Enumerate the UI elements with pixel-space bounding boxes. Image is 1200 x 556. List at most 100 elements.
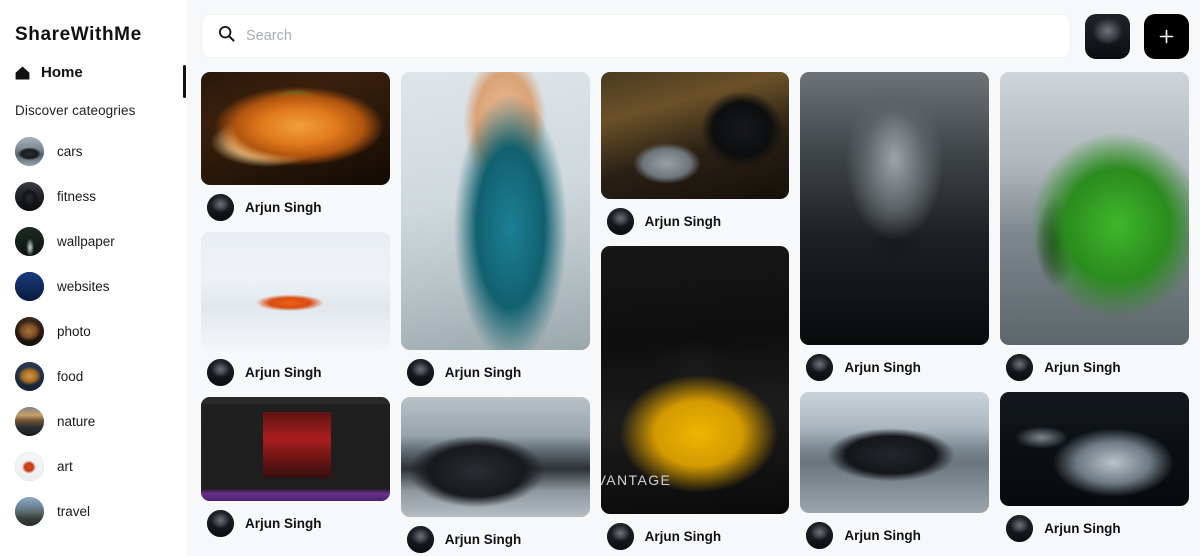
photo-thumbnail: [15, 317, 44, 346]
websites-thumbnail: [15, 272, 44, 301]
card-author[interactable]: Arjun Singh: [401, 517, 590, 553]
card-author[interactable]: Arjun Singh: [800, 345, 989, 381]
card-author-name: Arjun Singh: [444, 365, 522, 380]
sidebar-item-cars[interactable]: cars: [0, 129, 187, 174]
feed-column: Arjun Singh Arjun Singh Arjun Singh: [201, 72, 390, 548]
green-lamborghini-photo[interactable]: [1000, 72, 1189, 345]
avatar: [806, 354, 834, 381]
feed-column: Arjun Singh Arjun Singh: [400, 72, 590, 556]
feed-card[interactable]: Arjun Singh: [400, 397, 590, 553]
sidebar-item-nature[interactable]: nature: [0, 399, 187, 444]
home-icon: [15, 66, 30, 80]
card-author-name: Arjun Singh: [644, 214, 722, 229]
card-author-name: Arjun Singh: [245, 516, 322, 531]
card-author-name: Arjun Singh: [245, 200, 322, 215]
feed-card[interactable]: Arjun Singh: [1000, 392, 1189, 542]
sidebar-item-label: photo: [57, 324, 91, 339]
feed-card[interactable]: VANTAGE Arjun Singh: [600, 246, 790, 550]
sidebar-item-label: websites: [57, 279, 110, 294]
fitness-thumbnail: [15, 182, 44, 211]
feed-card[interactable]: Arjun Singh: [201, 232, 390, 386]
sidebar-item-travel[interactable]: travel: [0, 489, 187, 534]
sidebar-item-label: nature: [57, 414, 96, 429]
black-sedan-on-road-photo[interactable]: [800, 392, 990, 513]
feed-card[interactable]: Arjun Singh: [400, 72, 590, 386]
orange-car-in-snow-photo[interactable]: [201, 232, 390, 350]
cars-thumbnail: [15, 137, 44, 166]
card-author[interactable]: Arjun Singh: [401, 350, 590, 386]
card-author[interactable]: Arjun Singh: [601, 514, 790, 550]
sidebar-item-label: food: [57, 369, 84, 384]
pull-up-athlete-photo[interactable]: [800, 72, 990, 345]
sidebar-scrollbar-thumb[interactable]: [183, 65, 186, 98]
category-list: cars fitness wallpaper websites photo food nat…: [0, 118, 187, 534]
wallpaper-thumbnail: [15, 227, 44, 256]
feed-card[interactable]: Arjun Singh: [201, 72, 390, 221]
avatar: [406, 526, 434, 553]
avatar: [1006, 515, 1034, 542]
sidebar-item-photo[interactable]: photo: [0, 309, 187, 354]
card-author[interactable]: Arjun Singh: [1000, 345, 1189, 381]
feed-column: Arjun Singh Arjun Singh: [1000, 72, 1189, 553]
sidebar-item-art[interactable]: art: [0, 444, 187, 489]
avatar: [207, 194, 234, 221]
sidebar-item-fitness[interactable]: fitness: [0, 174, 187, 219]
card-author[interactable]: Arjun Singh: [201, 185, 390, 221]
pasta-plate-photo[interactable]: [201, 72, 390, 185]
photo-feed-grid: Arjun Singh Arjun Singh Arjun Singh Arjun S…: [187, 72, 1200, 556]
main-content: Arjun SinghArjun SinghArjun SinghArjun S…: [187, 0, 1200, 556]
feed-card[interactable]: Arjun Singh: [600, 72, 790, 235]
plus-icon: [1158, 28, 1175, 45]
card-author-name: Arjun Singh: [444, 532, 522, 547]
feed-card[interactable]: Arjun Singh: [201, 397, 390, 537]
card-author[interactable]: Arjun Singh: [800, 513, 989, 549]
sidebar-item-food[interactable]: food: [0, 354, 187, 399]
search-input[interactable]: [246, 28, 1054, 44]
avatar: [207, 510, 234, 537]
card-author[interactable]: Arjun Singh: [201, 501, 390, 537]
sidebar-item-home-label: Home: [41, 64, 83, 81]
card-author-name: Arjun Singh: [844, 528, 921, 543]
card-author-name: Arjun Singh: [1044, 521, 1121, 536]
sidebar-item-websites[interactable]: websites: [0, 264, 187, 309]
sidebar-item-wallpaper[interactable]: wallpaper: [0, 219, 187, 264]
top-bar: [187, 0, 1200, 72]
avatar: [1006, 354, 1034, 381]
search-bar[interactable]: [201, 14, 1071, 58]
profile-avatar-button[interactable]: [1085, 13, 1130, 59]
black-supercar-photo[interactable]: [400, 397, 590, 517]
app-brand-title: ShareWithMe: [15, 24, 142, 45]
avatar: [606, 208, 634, 235]
yellow-lamborghini-photo[interactable]: VANTAGE: [600, 246, 790, 514]
add-post-button[interactable]: [1144, 13, 1189, 59]
food-thumbnail: [15, 362, 44, 391]
sidebar-item-label: wallpaper: [57, 234, 115, 249]
avatar: [207, 359, 234, 386]
design-editor-screenshot[interactable]: [201, 397, 390, 501]
discover-categories-heading: Discover cateogries: [15, 103, 136, 118]
avatar: [806, 522, 834, 549]
sidebar-item-home[interactable]: Home: [0, 46, 187, 81]
sidebar-item-label: fitness: [57, 189, 97, 204]
feed-column: Arjun Singh VANTAGE Arjun Singh: [600, 72, 790, 556]
garage-white-car-photo[interactable]: [1000, 392, 1189, 506]
gym-barbell-shoe-photo[interactable]: [600, 72, 790, 199]
card-author-name: Arjun Singh: [1044, 360, 1121, 375]
card-author[interactable]: Arjun Singh: [1000, 506, 1189, 542]
art-thumbnail: [15, 452, 44, 481]
feed-card[interactable]: Arjun Singh: [1000, 72, 1189, 381]
sidebar-item-label: cars: [57, 144, 83, 159]
sidebar: ShareWithMe Home Discover cateogries car…: [0, 0, 187, 556]
card-author-name: Arjun Singh: [245, 365, 322, 380]
card-author[interactable]: Arjun Singh: [201, 350, 390, 386]
search-icon: [218, 25, 235, 47]
card-author-name: Arjun Singh: [644, 529, 722, 544]
app-root: ShareWithMe Home Discover cateogries car…: [0, 0, 1200, 556]
avatar: [606, 523, 634, 550]
nature-thumbnail: [15, 407, 44, 436]
feed-card[interactable]: Arjun Singh: [800, 392, 990, 549]
feed-card[interactable]: Arjun Singh: [800, 72, 990, 381]
travel-thumbnail: [15, 497, 44, 526]
runner-on-stairs-photo[interactable]: [400, 72, 590, 350]
card-author[interactable]: Arjun Singh: [601, 199, 790, 235]
